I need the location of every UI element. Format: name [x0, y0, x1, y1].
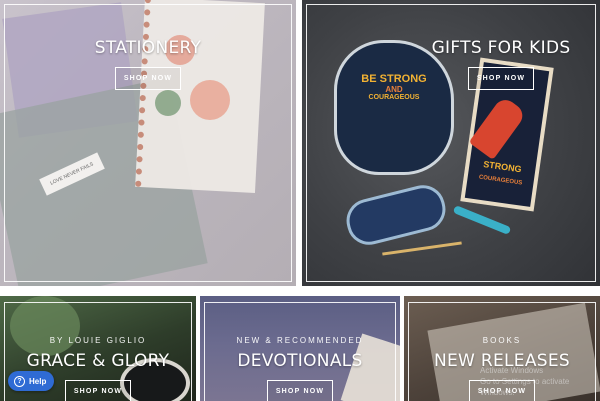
watermark-line-1: Activate Windows [480, 366, 544, 375]
new-releases-kicker: BOOKS [482, 336, 522, 345]
grace-shop-now-button[interactable]: SHOP NOW [64, 380, 132, 401]
grace-kicker: BY LOUIE GIGLIO [49, 336, 147, 345]
stationery-content: STATIONERY SHOP NOW [0, 38, 296, 90]
gifts-content: GIFTS FOR KIDS SHOP NOW [402, 38, 600, 90]
watermark-line-2: Go to Settings to activate Windows. [480, 377, 570, 397]
devotionals-shop-now-button[interactable]: SHOP NOW [266, 380, 334, 401]
keychain-shape [452, 205, 512, 235]
help-button[interactable]: ? Help [8, 371, 55, 391]
help-label: Help [29, 376, 47, 386]
devotionals-content: NEW & RECOMMENDED DEVOTIONALS SHOP NOW [200, 336, 400, 401]
devotionals-tile[interactable]: NEW & RECOMMENDED DEVOTIONALS SHOP NOW [200, 296, 400, 401]
grace-title: GRACE & GLORY [26, 351, 170, 371]
grace-content: BY LOUIE GIGLIO GRACE & GLORY SHOP NOW [0, 336, 196, 401]
stationery-title: STATIONERY [94, 38, 202, 58]
book-subtitle-text: COURAGEOUS [478, 174, 523, 187]
devotionals-title: DEVOTIONALS [237, 351, 363, 371]
pencil-case-shape [341, 180, 451, 250]
question-mark-icon: ? [14, 375, 25, 387]
book-title-text: STRONG [482, 159, 523, 175]
sticker-courageous-text: COURAGEOUS [368, 94, 420, 101]
devotionals-kicker: NEW & RECOMMENDED [236, 336, 364, 345]
gifts-shop-now-button[interactable]: SHOP NOW [467, 67, 535, 90]
stationery-tile[interactable]: LOVE NEVER FAILS STATIONERY SHOP NOW [0, 0, 296, 286]
pencil-shape [382, 241, 462, 256]
stationery-shop-now-button[interactable]: SHOP NOW [114, 67, 182, 90]
gifts-title: GIFTS FOR KIDS [431, 38, 571, 58]
gifts-for-kids-tile[interactable]: BE STRONG AND COURAGEOUS STRONG COURAGEO… [302, 0, 600, 286]
activate-windows-watermark: Activate Windows Go to Settings to activ… [480, 365, 600, 398]
